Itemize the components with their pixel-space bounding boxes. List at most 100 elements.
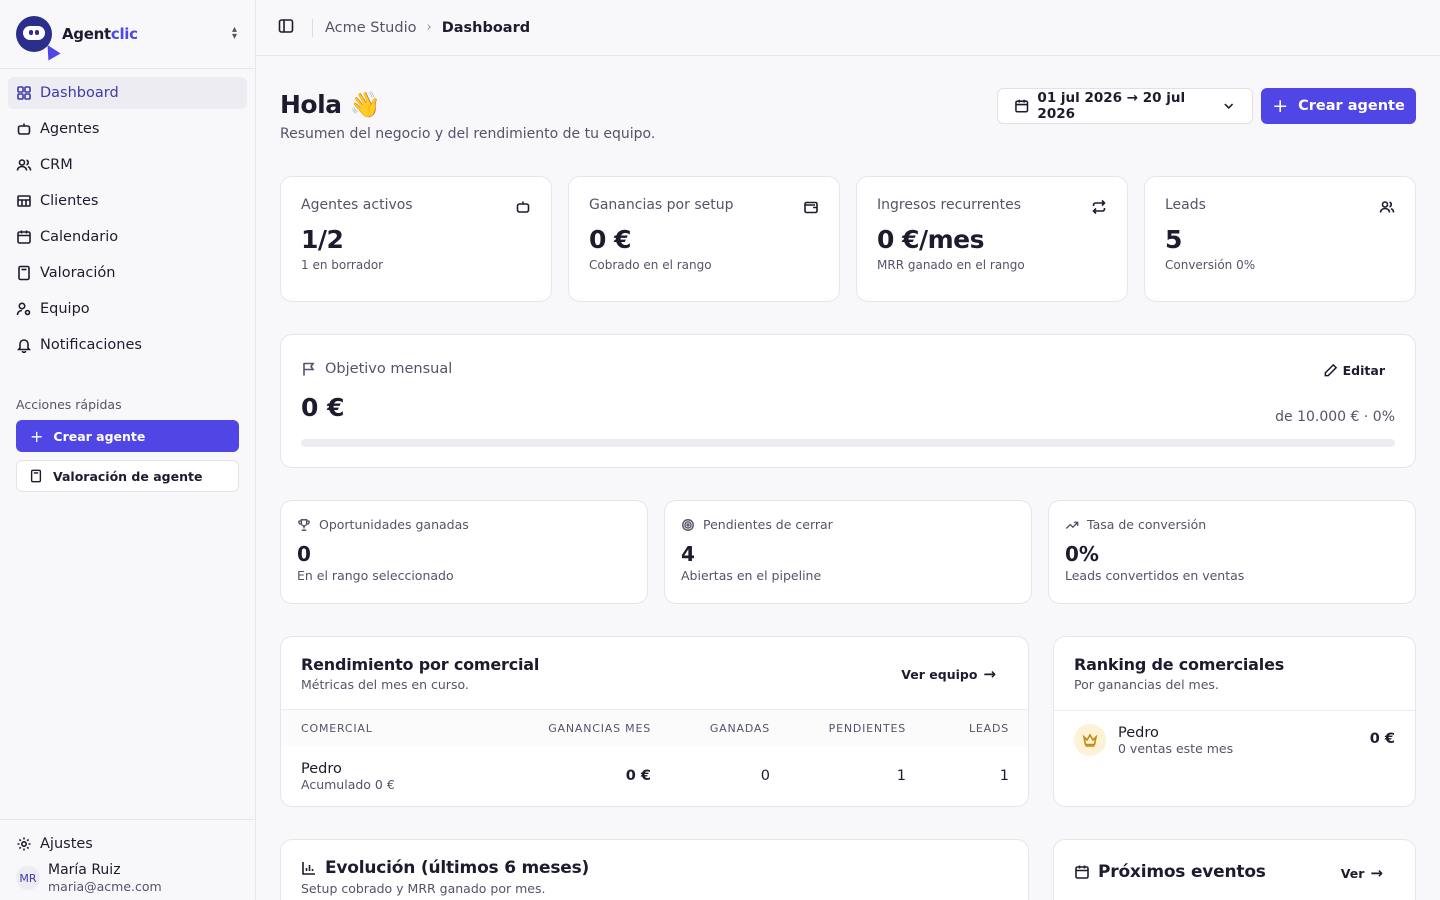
ranking-card: Ranking de comerciales Por ganancias del… [1053,636,1416,807]
cell-leads: 1 [999,768,1009,784]
cell-won: 0 [760,768,770,784]
stat-value: 4 [681,542,695,566]
users-icon [1379,199,1395,215]
stat-sub: En el rango seleccionado [297,568,454,583]
stat-card-won-opportunities: Oportunidades ganadas 0 En el rango sele… [280,500,648,604]
trophy-icon [298,518,310,531]
monthly-goal-card: Objetivo mensual Editar 0 € de 10.000 € … [280,334,1416,468]
building-icon [16,193,32,209]
repeat-icon [1091,199,1107,215]
kpi-sub: MRR ganado en el rango [877,258,1025,272]
brand-name: Agentclic [62,25,138,43]
sidebar-item-label: Calendario [40,229,119,245]
kpi-value: 0 €/mes [877,225,985,254]
stat-card-conversion-rate: Tasa de conversión 0% Leads convertidos … [1048,500,1416,604]
avatar: MR [16,866,40,890]
stat-sub: Leads convertidos en ventas [1065,568,1245,583]
trending-up-icon [1065,521,1079,529]
arrow-right-icon: → [1370,864,1383,882]
kpi-sub: Conversión 0% [1165,258,1256,272]
list-item[interactable]: Pedro 0 ventas este mes 0 € [1054,711,1415,769]
chevron-down-icon [1223,103,1233,110]
quick-create-agent-button[interactable]: + Crear agente [16,420,239,452]
column-header[interactable]: Ganancias mes [501,722,651,735]
sidebar-item-calendario[interactable]: Calendario [8,221,247,253]
sidebar-item-clientes[interactable]: Clientes [8,185,247,217]
rank-sub: 0 ventas este mes [1118,740,1234,756]
calendar-icon [16,229,32,245]
sidebar-item-ajustes[interactable]: Ajustes [16,832,239,856]
gear-icon [17,837,31,851]
plus-icon: + [1272,95,1289,117]
quick-actions-title: Acciones rápidas [16,397,122,412]
chevron-right-icon: › [426,20,432,35]
table-row[interactable]: Pedro Acumulado 0 € 0 € 0 1 1 [281,746,1028,806]
breadcrumb-current: Dashboard [441,19,531,36]
kpi-card-leads: Leads 5 Conversión 0% [1144,176,1416,302]
column-header[interactable]: Comercial [281,722,501,735]
sidebar-item-notificaciones[interactable]: Notificaciones [8,329,247,361]
create-agent-button[interactable]: + Crear agente [1261,88,1416,124]
sidebar-toggle-icon[interactable] [278,18,294,38]
stat-value: 0 [297,542,311,566]
sidebar-item-label: CRM [40,157,73,173]
rank-name: Pedro [1118,724,1159,741]
bot-icon [515,199,531,215]
column-header[interactable]: Pendientes [770,722,906,735]
sidebar-item-label: Agentes [40,121,100,137]
ranking-subtitle: Por ganancias del mes. [1074,677,1219,692]
quick-agent-valuation-button[interactable]: Valoración de agente [16,460,239,492]
sidebar-item-dashboard[interactable]: Dashboard [8,77,247,109]
sidebar-item-label: Valoración [40,265,116,281]
goal-title: Objetivo mensual [325,361,453,377]
view-team-button[interactable]: Ver equipo → [901,665,996,683]
goal-progress-bar [301,439,1395,447]
sidebar-item-agentes[interactable]: Agentes [8,113,247,145]
date-range-picker[interactable]: 01 jul 2026 → 20 jul 2026 [997,88,1253,124]
breadcrumb-parent[interactable]: Acme Studio [325,20,416,36]
goal-value: 0 € [301,393,345,422]
view-events-button[interactable]: Ver → [1341,864,1383,882]
kpi-value: 5 [1165,225,1182,254]
sidebar-item-equipo[interactable]: Equipo [8,293,247,325]
flag-icon [303,362,315,376]
pencil-icon [1324,363,1337,377]
crown-icon [1074,724,1106,756]
users-icon [16,157,32,173]
sidebar-item-valoracion[interactable]: Valoración [8,257,247,289]
layout-grid-icon [16,85,32,101]
user-cog-icon [16,301,32,317]
kpi-value: 0 € [589,225,632,254]
plus-icon: + [30,426,44,446]
evolution-card: Evolución (últimos 6 meses) Setup cobrad… [280,839,1029,900]
sidebar-item-crm[interactable]: CRM [8,149,247,181]
ranking-title: Ranking de comerciales [1074,655,1285,674]
kpi-card-recurring-revenue: Ingresos recurrentes 0 €/mes MRR ganado … [856,176,1128,302]
calculator-icon [30,469,42,483]
column-header[interactable]: Leads [906,722,1009,735]
edit-goal-button[interactable]: Editar [1323,363,1385,378]
sidebar-footer: Ajustes MR María Ruiz maria@acme.com [0,819,255,900]
rep-accumulated: Acumulado 0 € [301,776,395,792]
chevrons-up-down-icon[interactable]: ▴ ▾ [232,25,237,42]
target-icon [682,518,694,531]
topbar: Acme Studio › Dashboard [256,0,1440,56]
kpi-sub: Cobrado en el rango [589,258,712,272]
column-header[interactable]: Ganadas [651,722,770,735]
sidebar-item-label: Clientes [40,193,99,209]
performance-card: Rendimiento por comercial Métricas del m… [280,636,1029,807]
sidebar-item-label: Equipo [40,301,90,317]
main-content: Hola 👋 Resumen del negocio y del rendimi… [280,56,1416,900]
calculator-icon [16,265,32,281]
sidebar: Agentclic ▴ ▾ Dashboard Agentes CRM Clien… [0,0,256,900]
user-menu[interactable]: MR María Ruiz maria@acme.com [16,862,239,894]
goal-target: de 10.000 € · 0% [1275,409,1395,425]
evolution-title: Evolución (últimos 6 meses) [325,858,590,878]
cell-pending: 1 [896,768,906,784]
agentclic-logo-icon [16,16,61,61]
sidebar-nav: Dashboard Agentes CRM Clientes Calendari… [0,69,255,361]
user-name: María Ruiz [48,862,121,878]
bell-icon [16,337,32,353]
stat-sub: Abiertas en el pipeline [681,568,822,583]
workspace-switcher[interactable]: Agentclic ▴ ▾ [0,0,255,69]
